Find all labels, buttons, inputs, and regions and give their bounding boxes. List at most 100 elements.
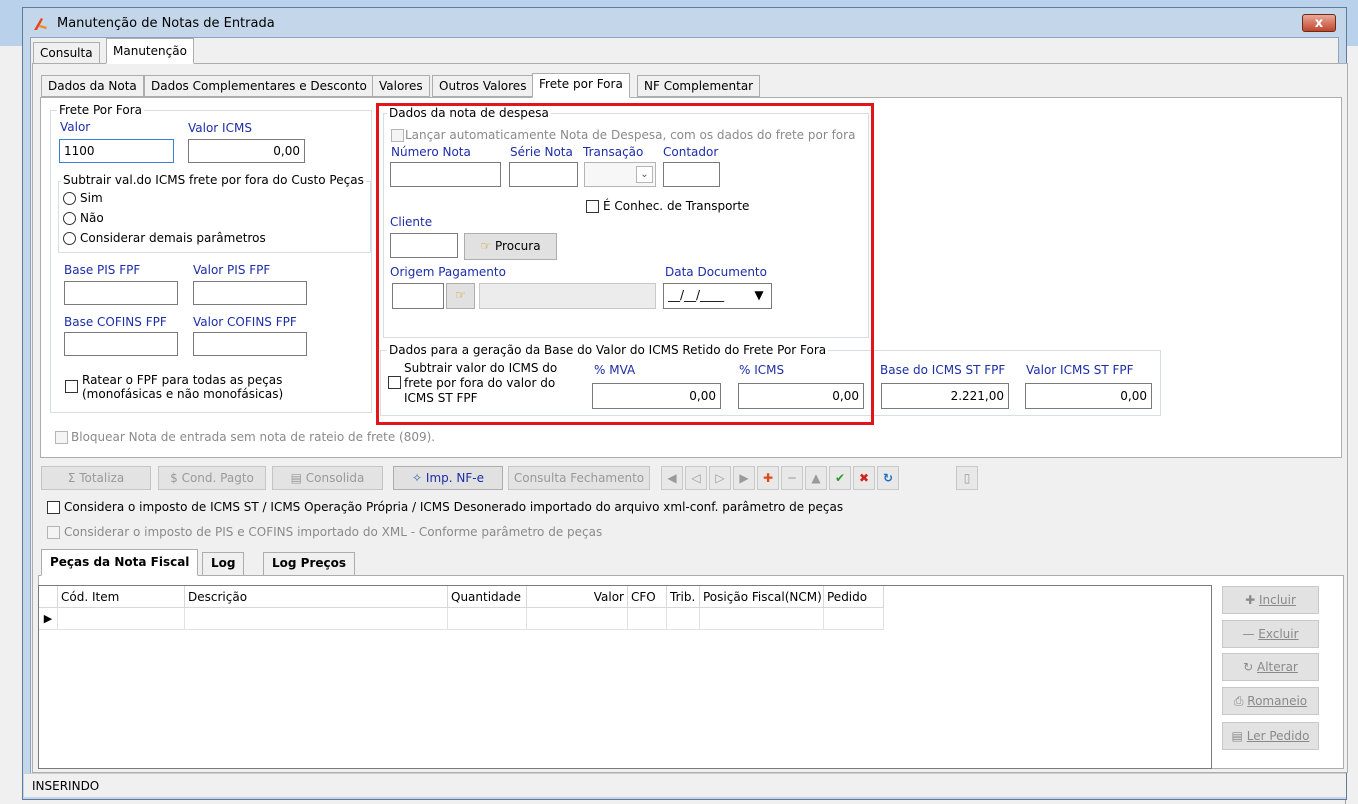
excluir-button[interactable]: — Excluir	[1222, 620, 1319, 648]
tab-dados-complementares[interactable]: Dados Complementares e Desconto	[144, 75, 374, 97]
tab-valores[interactable]: Valores	[372, 75, 430, 97]
next-record-icon[interactable]: ▷	[709, 466, 731, 490]
base-icms-st-input[interactable]: 2.221,00	[881, 383, 1009, 409]
radio-nao[interactable]	[63, 212, 76, 225]
first-record-icon[interactable]: ◀	[661, 466, 683, 490]
valor-icms-st-input[interactable]: 0,00	[1025, 383, 1152, 409]
serie-nota-input[interactable]	[509, 162, 578, 187]
serie-nota-label: Série Nota	[510, 145, 573, 159]
procura-button[interactable]: ☞ Procura	[464, 233, 557, 260]
table-cell[interactable]	[628, 608, 667, 630]
valor-icms-st-label: Valor ICMS ST FPF	[1026, 363, 1134, 377]
valor-cofins-label: Valor COFINS FPF	[193, 315, 297, 329]
last-record-icon[interactable]: ▶	[733, 466, 755, 490]
tab-dados-da-nota[interactable]: Dados da Nota	[41, 75, 144, 97]
tab-outros-valores[interactable]: Outros Valores	[432, 75, 534, 97]
icms-percent-label: % ICMS	[739, 363, 785, 377]
chevron-down-icon[interactable]: ▼	[750, 287, 768, 305]
base-pis-input[interactable]	[64, 281, 178, 305]
tab-consulta[interactable]: Consulta	[33, 42, 100, 64]
valor-icms-input[interactable]: 0,00	[188, 139, 305, 163]
table-cell[interactable]	[667, 608, 700, 630]
column-header[interactable]: Valor	[527, 586, 628, 608]
valor-pis-label: Valor PIS FPF	[193, 263, 271, 277]
printer-icon: ⎙	[1233, 694, 1244, 708]
ratear-checkbox[interactable]	[65, 380, 78, 393]
base-cofins-input[interactable]	[64, 332, 178, 356]
cancel-icon[interactable]: ✖	[853, 466, 875, 490]
column-header[interactable]: Descrição	[185, 586, 448, 608]
contador-input[interactable]	[663, 162, 720, 187]
origem-pagamento-input[interactable]	[392, 283, 444, 309]
lancar-checkbox[interactable]	[391, 129, 404, 142]
table-cell[interactable]	[185, 608, 448, 630]
consolidate-icon: ▤	[290, 471, 302, 485]
transacao-select[interactable]: ⌄	[584, 162, 656, 187]
consulta-fechamento-button[interactable]: Consulta Fechamento	[508, 466, 650, 490]
subtrair-icms-st-checkbox[interactable]	[388, 376, 401, 389]
edit-record-icon[interactable]: ▲	[805, 466, 827, 490]
valor-input[interactable]: 1100	[59, 139, 174, 163]
totaliza-button[interactable]: Σ Totaliza	[41, 466, 151, 490]
column-header[interactable]: Trib.	[667, 586, 700, 608]
tab-log[interactable]: Log	[202, 552, 245, 576]
valor-cofins-input[interactable]	[193, 332, 307, 356]
origem-lookup-button[interactable]: ☞	[446, 283, 475, 309]
cliente-input[interactable]	[390, 233, 458, 258]
prev-record-icon[interactable]: ◁	[685, 466, 707, 490]
alterar-button[interactable]: ↻ Alterar	[1222, 653, 1319, 681]
icms-percent-input[interactable]: 0,00	[738, 383, 864, 409]
tab-frete-por-fora[interactable]: Frete por Fora	[532, 73, 630, 98]
base-icms-st-label: Base do ICMS ST FPF	[880, 363, 1006, 377]
consolida-button[interactable]: ▤ Consolida	[272, 466, 383, 490]
refresh-icon[interactable]: ↻	[877, 466, 899, 490]
tab-nf-complementar[interactable]: NF Complementar	[637, 75, 761, 97]
considerar-pis-checkbox[interactable]	[47, 526, 60, 539]
column-header[interactable]: Quantidade	[448, 586, 527, 608]
column-header[interactable]: Posição Fiscal(NCM)	[700, 586, 824, 608]
subtrair-icms-group-label: Subtrair val.do ICMS frete por fora do C…	[61, 173, 366, 187]
pecas-grid[interactable]: Cód. Item Descrição Quantidade Valor CFO…	[38, 585, 1212, 769]
data-documento-input[interactable]: __/__/____ ▼	[663, 283, 772, 309]
incluir-button[interactable]: ✚ Incluir	[1222, 586, 1319, 614]
close-icon[interactable]: x	[1315, 16, 1323, 31]
add-record-icon[interactable]: ✚	[757, 466, 779, 490]
imp-nfe-button[interactable]: ✧ Imp. NF-e	[393, 466, 503, 490]
considera-icms-checkbox[interactable]	[47, 501, 60, 514]
subtrair-icms-st-label-2: frete por fora do valor do	[404, 376, 556, 390]
ratear-label-2: (monofásicas e não monofásicas)	[82, 387, 284, 401]
table-cell[interactable]	[58, 608, 185, 630]
ratear-label-1: Ratear o FPF para todas as peças	[82, 373, 283, 387]
valor-pis-input[interactable]	[193, 281, 307, 305]
delete-record-icon[interactable]: ─	[781, 466, 803, 490]
radio-sim[interactable]	[63, 192, 76, 205]
table-cell[interactable]	[700, 608, 824, 630]
column-header[interactable]: Pedido	[824, 586, 884, 608]
tab-log-precos[interactable]: Log Preços	[263, 552, 356, 576]
numero-nota-input[interactable]	[390, 162, 501, 187]
conhec-transporte-checkbox[interactable]	[586, 200, 599, 213]
close-button[interactable]: x	[1302, 14, 1336, 32]
confirm-icon[interactable]: ✔	[829, 466, 851, 490]
chevron-down-icon[interactable]: ⌄	[636, 166, 653, 183]
tab-manutencao[interactable]: Manutenção	[106, 38, 194, 64]
cliente-label: Cliente	[390, 215, 433, 229]
mva-input[interactable]: 0,00	[592, 383, 721, 409]
column-header[interactable]	[39, 586, 58, 608]
refresh-icon: ↻	[1243, 660, 1254, 674]
bloquear-checkbox[interactable]	[55, 431, 68, 444]
table-cell[interactable]	[824, 608, 884, 630]
frete-por-fora-group-label: Frete Por Fora	[57, 103, 144, 117]
column-header[interactable]: CFO	[628, 586, 667, 608]
ler-pedido-button[interactable]: ▤ Ler Pedido	[1222, 722, 1319, 750]
considera-icms-label: Considera o imposto de ICMS ST / ICMS Op…	[64, 500, 844, 514]
romaneio-button[interactable]: ⎙ Romaneio	[1222, 687, 1319, 715]
table-cell[interactable]	[448, 608, 527, 630]
table-cell[interactable]	[527, 608, 628, 630]
column-header[interactable]: Cód. Item	[58, 586, 185, 608]
title-bar: Manutenção de Notas de Entrada x	[23, 8, 1346, 38]
cond-pagto-button[interactable]: $ Cond. Pagto	[158, 466, 266, 490]
radio-considerar[interactable]	[63, 232, 76, 245]
exit-icon[interactable]: ▯	[956, 466, 978, 490]
tab-pecas-nota-fiscal[interactable]: Peças da Nota Fiscal	[41, 549, 199, 576]
